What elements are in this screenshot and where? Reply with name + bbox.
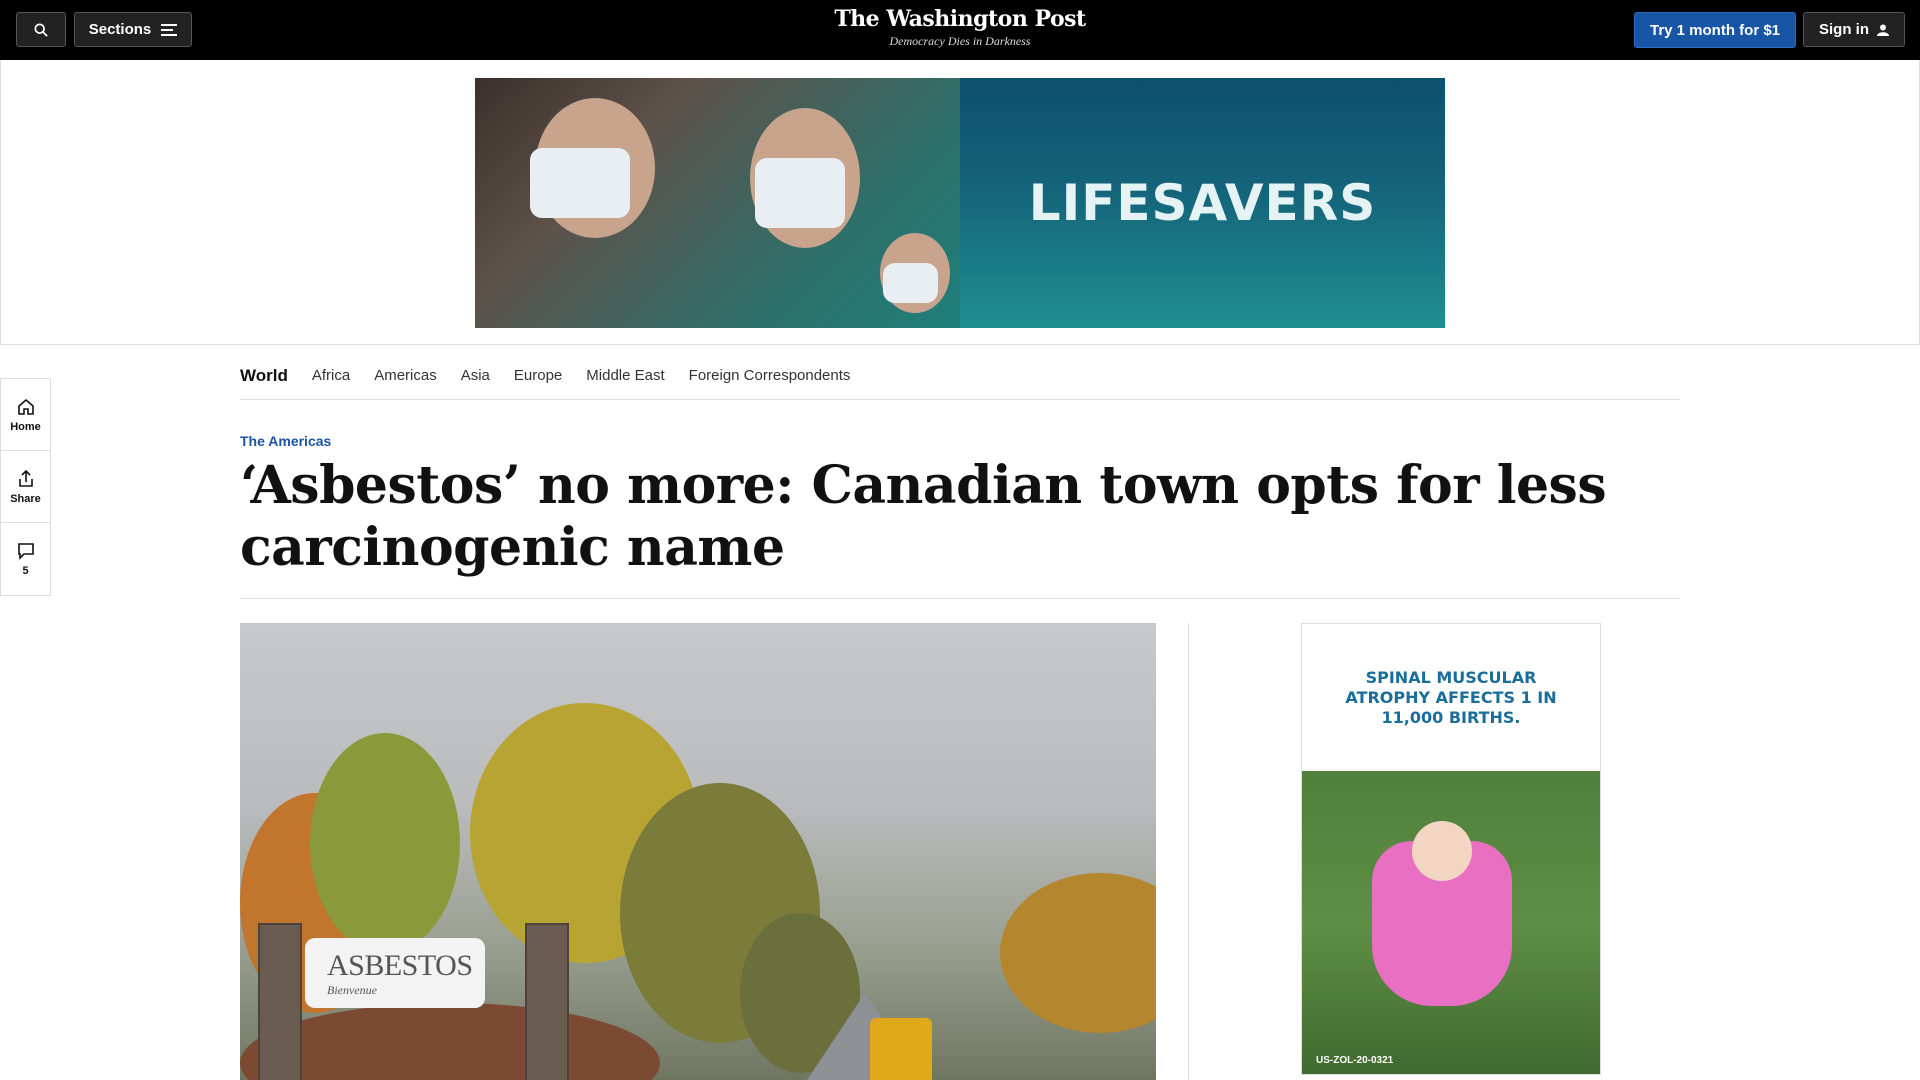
section-item-americas[interactable]: Americas xyxy=(374,367,437,384)
article-headline: ‘Asbestos’ no more: Canadian town opts f… xyxy=(240,455,1607,578)
article-kicker[interactable]: The Americas xyxy=(240,433,331,449)
ad-banner-photo xyxy=(475,78,960,328)
side-ad-photo: US-ZOL-20-0321 xyxy=(1302,771,1600,1074)
section-current[interactable]: World xyxy=(240,366,288,386)
sections-button[interactable]: Sections xyxy=(74,12,192,47)
search-button[interactable] xyxy=(16,12,66,47)
subscribe-button[interactable]: Try 1 month for $1 xyxy=(1634,12,1796,48)
search-icon xyxy=(34,22,48,37)
baby xyxy=(1412,821,1472,881)
comments-count: 5 xyxy=(22,565,29,577)
share-button[interactable]: Share xyxy=(1,451,50,523)
section-item-foreign-correspondents[interactable]: Foreign Correspondents xyxy=(689,367,851,384)
share-label: Share xyxy=(10,492,41,505)
sign-pillar-left xyxy=(258,923,302,1080)
section-item-asia[interactable]: Asia xyxy=(461,367,490,384)
sections-label: Sections xyxy=(88,21,152,38)
section-item-middle-east[interactable]: Middle East xyxy=(586,367,664,384)
side-ad-code: US-ZOL-20-0321 xyxy=(1316,1055,1394,1066)
home-icon xyxy=(17,398,34,415)
section-item-europe[interactable]: Europe xyxy=(514,367,562,384)
lead-image[interactable]: ASBESTOS Bienvenue xyxy=(240,623,1156,1080)
home-button[interactable]: Home xyxy=(1,379,50,451)
side-ad-title: SPINAL MUSCULAR ATROPHY AFFECTS 1 IN 11,… xyxy=(1345,667,1557,727)
section-navigation: World Africa Americas Asia Europe Middle… xyxy=(240,352,1680,400)
town-sign: ASBESTOS Bienvenue xyxy=(305,938,485,1008)
ad-banner[interactable]: LIFESAVERS xyxy=(475,78,1445,328)
article-action-rail: Home Share 5 xyxy=(0,378,51,596)
ad-banner-text: LIFESAVERS xyxy=(960,78,1445,328)
side-ad[interactable]: SPINAL MUSCULAR ATROPHY AFFECTS 1 IN 11,… xyxy=(1301,623,1601,1075)
logo-tagline: Democracy Dies in Darkness xyxy=(889,34,1031,48)
menu-icon xyxy=(161,23,178,36)
section-item-africa[interactable]: Africa xyxy=(312,367,350,384)
home-label: Home xyxy=(10,420,41,433)
comment-icon xyxy=(17,543,34,560)
site-logo[interactable]: The Washington Post Democracy Dies in Da… xyxy=(760,6,1160,49)
school-bus xyxy=(870,1018,932,1080)
sign-in-button[interactable]: Sign in xyxy=(1803,12,1905,47)
sign-pillar-right xyxy=(525,923,569,1080)
sign-in-label: Sign in xyxy=(1819,21,1869,38)
user-icon xyxy=(1877,24,1889,36)
column-divider xyxy=(1188,623,1189,1080)
town-sign-welcome: Bienvenue xyxy=(327,982,377,997)
top-navigation-bar: Sections The Washington Post Democracy D… xyxy=(0,0,1920,60)
header-divider xyxy=(240,598,1680,599)
comments-button[interactable]: 5 xyxy=(1,523,50,595)
logo-name: The Washington Post xyxy=(834,6,1086,32)
share-icon xyxy=(18,469,33,487)
town-sign-name: ASBESTOS xyxy=(327,948,473,982)
